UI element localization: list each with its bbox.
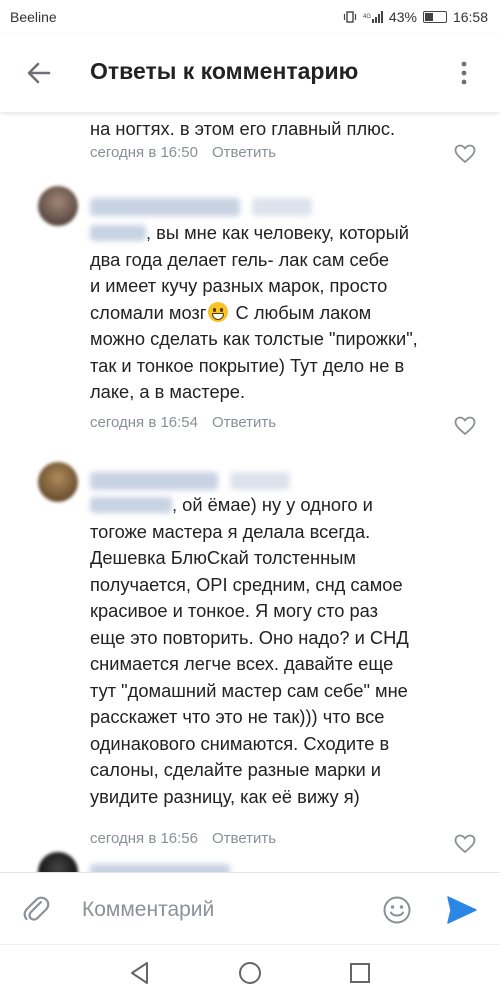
comment-line-text: , вы мне как человеку, который xyxy=(146,222,409,243)
comment-text: , вы мне как человеку, который два года … xyxy=(90,220,470,406)
like-heart-icon[interactable] xyxy=(454,834,476,854)
comment-composer xyxy=(0,872,500,945)
more-options-icon[interactable] xyxy=(454,58,474,88)
author-name-blurred xyxy=(252,198,312,216)
comment-line: тогоже мастера я делала всегда. xyxy=(90,520,371,542)
author-name-blurred xyxy=(230,472,290,490)
comment-line: красивое и тонкое. Я могу сто раз xyxy=(90,600,378,621)
comment-line: получается, OPI средним, снд самое xyxy=(90,573,403,595)
battery-icon xyxy=(422,11,447,23)
paperclip-icon[interactable] xyxy=(20,893,52,925)
mention-blurred[interactable] xyxy=(90,225,146,241)
system-nav-bar xyxy=(0,944,500,1001)
back-arrow-icon[interactable] xyxy=(22,56,56,90)
clock: 16:58 xyxy=(452,9,488,25)
avatar[interactable] xyxy=(38,852,78,872)
comment-line: , вы мне как человеку, который xyxy=(90,220,470,247)
comment-line: так и тонкое покрытие) Тут дело не в xyxy=(90,354,405,376)
avatar[interactable] xyxy=(38,186,78,226)
nav-home-icon[interactable] xyxy=(236,959,264,987)
battery-fill xyxy=(424,13,433,21)
comment-line: сломали мозг С любым лаком xyxy=(90,300,470,327)
comment-line: салоны, сделайте разные марки и xyxy=(90,759,381,780)
comment-meta: сегодня в 16:54 Ответить xyxy=(90,414,276,431)
emoji-picker-icon[interactable] xyxy=(382,895,412,925)
comment-time: сегодня в 16:54 xyxy=(90,414,198,431)
comment-line: тут "домашний мастер сам себе" мне xyxy=(90,679,408,701)
comment-time: сегодня в 16:50 xyxy=(90,144,198,161)
replies-feed[interactable]: на ногтях. в этом его главный плюс. сего… xyxy=(0,112,500,872)
send-icon[interactable] xyxy=(446,895,478,925)
comment-line: лаке, а в мастере. xyxy=(90,381,246,402)
reply-button[interactable]: Ответить xyxy=(212,144,276,161)
comment-line: два года делает гель- лак сам себе xyxy=(90,248,390,270)
comment-line: снимается легче всех. давайте еще xyxy=(90,653,394,674)
comment-line: Дешевка БлюСкай толстенным xyxy=(90,547,356,568)
reply-button[interactable]: Ответить xyxy=(212,830,276,847)
comment-meta: сегодня в 16:50 Ответить xyxy=(90,144,276,161)
author-name-blurred[interactable] xyxy=(90,472,218,490)
svg-text:4G: 4G xyxy=(363,14,371,20)
comment-line: можно сделать как толстые "пирожки", xyxy=(90,328,418,349)
comment-line-text: сломали мозг xyxy=(90,301,207,323)
comment-line-text: С любым лаком xyxy=(230,301,372,323)
comment-text: , ой ёмае) ну у одного и тогоже мастера … xyxy=(90,492,470,810)
carrier-name: Beeline xyxy=(10,9,57,25)
like-heart-icon[interactable] xyxy=(454,416,476,436)
avatar[interactable] xyxy=(38,462,78,502)
comment-line: на ногтях. в этом его главный плюс. xyxy=(90,118,396,139)
battery-percent: 43% xyxy=(388,9,417,25)
nav-back-icon[interactable] xyxy=(126,959,154,987)
comment-line: и имеет кучу разных марок, просто xyxy=(90,275,388,296)
comment-line: увидите разницу, как её вижу я) xyxy=(90,785,360,807)
vibrate-icon xyxy=(343,11,357,23)
comment-line: , ой ёмае) ну у одного и xyxy=(90,492,470,519)
comment-time: сегодня в 16:56 xyxy=(90,830,198,847)
status-icons: 4G 43% 16:58 xyxy=(343,9,488,25)
comment-line-text: , ой ёмае) ну у одного и xyxy=(172,494,373,515)
comment-meta: сегодня в 16:56 Ответить xyxy=(90,830,276,847)
like-heart-icon[interactable] xyxy=(454,144,476,164)
author-name-blurred[interactable] xyxy=(90,864,230,872)
mention-blurred[interactable] xyxy=(90,497,172,513)
comment-input[interactable] xyxy=(80,893,364,927)
grinning-emoji-icon xyxy=(208,301,229,322)
app-header: Ответы к комментарию xyxy=(0,34,500,112)
comment-line: одинакового снимаются. Сходите в xyxy=(90,732,390,754)
status-bar: Beeline 4G 43% 16:58 xyxy=(0,0,500,34)
reply-button[interactable]: Ответить xyxy=(212,414,276,431)
author-name-blurred[interactable] xyxy=(90,198,240,216)
nav-recents-icon[interactable] xyxy=(346,959,374,987)
page-title: Ответы к комментарию xyxy=(90,58,359,84)
signal-icon: 4G xyxy=(363,11,383,23)
comment-line: расскажет что это не так))) что все xyxy=(90,706,385,727)
comment-text: на ногтях. в этом его главный плюс. xyxy=(90,116,470,143)
comment-line: еще это повторить. Оно надо? и СНД xyxy=(90,626,409,648)
